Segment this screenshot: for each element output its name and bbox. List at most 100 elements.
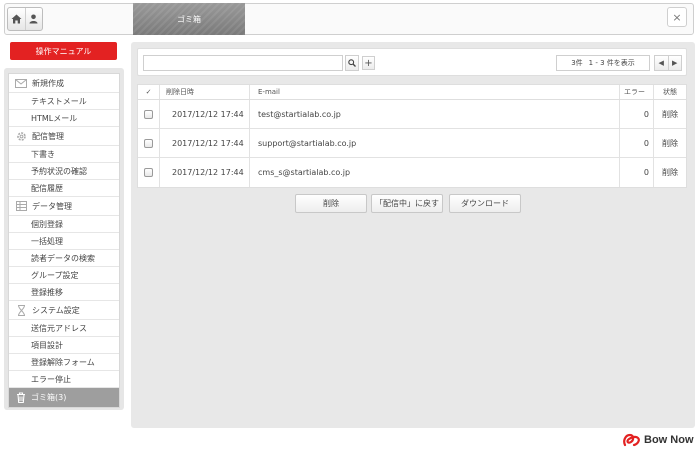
close-button[interactable]: × [667, 7, 687, 27]
sidebar-item-label: 配信履歴 [31, 183, 63, 193]
sidebar-item-error-stop[interactable]: エラー停止 [9, 371, 119, 388]
home-button[interactable] [8, 8, 25, 30]
bownow-logo-icon [623, 433, 640, 447]
sidebar-item-label: テキストメール [31, 96, 87, 106]
row-date: 2017/12/12 17:44 [172, 168, 244, 177]
header-check[interactable]: ✓ [138, 85, 160, 99]
home-button-group [7, 7, 43, 31]
row-error: 0 [643, 109, 649, 119]
sidebar-item-label: エラー停止 [31, 374, 71, 384]
row-date: 2017/12/12 17:44 [172, 109, 244, 119]
prev-page-button[interactable]: ◀ [655, 56, 668, 70]
sidebar-item-label: グループ設定 [31, 270, 79, 280]
check-icon: ✓ [145, 88, 152, 96]
sidebar-section-data: データ管理 [9, 197, 119, 216]
sidebar-section-label: 新規作成 [32, 78, 64, 88]
sidebar-item-label: 読者データの検索 [31, 253, 95, 263]
sidebar-item-label: ゴミ箱(3) [31, 393, 67, 402]
search-button[interactable] [345, 55, 359, 71]
download-button-label: ダウンロード [461, 199, 509, 208]
sidebar-item-label: 登録推移 [31, 287, 63, 297]
sidebar-item-label: 予約状況の確認 [31, 166, 87, 176]
record-count-total: 3件 [571, 59, 583, 67]
user-button[interactable] [24, 8, 43, 30]
table-icon [15, 200, 27, 212]
tab-trash-label: ゴミ箱 [177, 14, 201, 24]
sidebar-item-label: 一括処理 [31, 236, 63, 246]
sidebar-item-individual[interactable]: 個別登録 [9, 216, 119, 233]
sidebar-item-label: HTMLメール [31, 113, 78, 123]
sidebar-section-label: 配信管理 [32, 131, 64, 141]
row-status: 削除 [662, 138, 678, 148]
row-email: cms_s@startialab.co.jp [258, 168, 351, 177]
table-row[interactable]: 2017/12/12 17:44 support@startialab.co.j… [138, 129, 686, 158]
sidebar-item-bulk[interactable]: 一括処理 [9, 233, 119, 250]
table-row[interactable]: 2017/12/12 17:44 test@startialab.co.jp 0… [138, 100, 686, 129]
brand-name: Bow Now [644, 434, 694, 446]
header-email[interactable]: E-mail [250, 85, 620, 99]
header-error-label: エラー [624, 88, 645, 96]
row-checkbox[interactable] [144, 168, 153, 177]
header-date-label: 削除日時 [166, 88, 194, 96]
header-status-label: 状態 [663, 88, 677, 96]
sidebar-item-label: 個別登録 [31, 219, 63, 229]
header-error[interactable]: エラー [620, 85, 654, 99]
search-icon [348, 59, 356, 67]
table-row[interactable]: 2017/12/12 17:44 cms_s@startialab.co.jp … [138, 158, 686, 187]
next-icon: ▶ [672, 59, 678, 67]
trash-table: ✓ 削除日時 E-mail エラー 状態 2017/12/12 17:44 te… [137, 84, 687, 188]
sidebar-item-label: 項目設計 [31, 340, 63, 350]
row-date: 2017/12/12 17:44 [172, 138, 244, 148]
sidebar-item-schedule[interactable]: 予約状況の確認 [9, 163, 119, 180]
plus-icon: + [364, 57, 373, 69]
row-status: 削除 [662, 168, 678, 177]
sidebar-item-unsubscribe[interactable]: 登録解除フォーム [9, 354, 119, 371]
download-button[interactable]: ダウンロード [449, 194, 521, 213]
sidebar-item-text-mail[interactable]: テキストメール [9, 93, 119, 110]
add-condition-button[interactable]: + [362, 56, 375, 70]
sidebar-item-html-mail[interactable]: HTMLメール [9, 110, 119, 127]
restore-button[interactable]: 「配信中」に戻す [371, 194, 443, 213]
sidebar-section-label: データ管理 [32, 201, 72, 211]
sidebar-item-sender[interactable]: 送信元アドレス [9, 320, 119, 337]
row-status: 削除 [662, 109, 678, 119]
table-header: ✓ 削除日時 E-mail エラー 状態 [138, 85, 686, 100]
sidebar-section-label: システム設定 [32, 305, 80, 315]
trash-icon [15, 392, 27, 404]
main-panel: + 3件 1 - 3 件を表示 ◀ ▶ ✓ 削除日時 E-mail エラー 状態… [131, 42, 695, 428]
top-bar: ゴミ箱 × [4, 3, 694, 35]
row-email: support@startialab.co.jp [258, 138, 357, 148]
sidebar-item-trash[interactable]: ゴミ箱(3) [9, 388, 119, 407]
next-page-button[interactable]: ▶ [667, 56, 682, 70]
sidebar-item-trend[interactable]: 登録推移 [9, 284, 119, 301]
manual-button-label: 操作マニュアル [35, 46, 92, 56]
restore-button-label: 「配信中」に戻す [375, 199, 439, 208]
sidebar-section-new: 新規作成 [9, 74, 119, 93]
search-input[interactable] [143, 55, 343, 71]
user-icon [29, 14, 38, 24]
prev-icon: ◀ [658, 59, 664, 67]
sidebar-item-drafts[interactable]: 下書き [9, 146, 119, 163]
list-toolbar: + 3件 1 - 3 件を表示 ◀ ▶ [137, 48, 687, 76]
row-error: 0 [643, 138, 649, 148]
sidebar-section-system: システム設定 [9, 301, 119, 320]
tab-trash[interactable]: ゴミ箱 [133, 3, 245, 35]
sidebar-item-history[interactable]: 配信履歴 [9, 180, 119, 197]
row-email: test@startialab.co.jp [258, 109, 341, 119]
home-icon [11, 14, 22, 24]
pager: ◀ ▶ [654, 55, 682, 71]
sidebar-item-fields[interactable]: 項目設計 [9, 337, 119, 354]
delete-button[interactable]: 削除 [295, 194, 367, 213]
header-status[interactable]: 状態 [654, 85, 686, 99]
header-date[interactable]: 削除日時 [160, 85, 250, 99]
close-icon: × [672, 10, 682, 24]
bownow-logo: Bow Now [622, 432, 694, 448]
row-checkbox[interactable] [144, 138, 153, 148]
header-email-label: E-mail [258, 88, 280, 96]
sidebar-item-search[interactable]: 読者データの検索 [9, 250, 119, 267]
delete-button-label: 削除 [323, 199, 339, 208]
manual-button[interactable]: 操作マニュアル [10, 42, 117, 60]
sidebar-item-groups[interactable]: グループ設定 [9, 267, 119, 284]
row-checkbox[interactable] [144, 109, 153, 119]
sidebar: 新規作成 テキストメール HTMLメール 配信管理 下書き 予約状況の確認 配信… [4, 68, 124, 410]
